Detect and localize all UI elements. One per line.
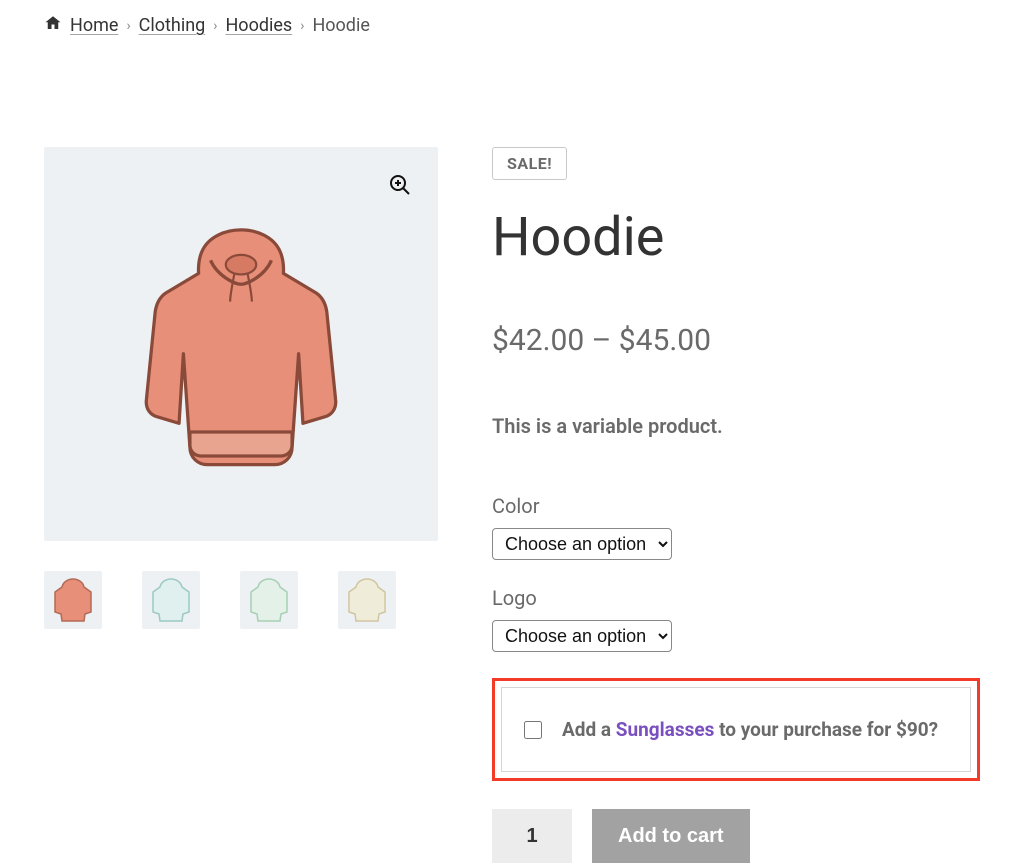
breadcrumb-home[interactable]: Home xyxy=(70,15,118,36)
upsell-checkbox[interactable] xyxy=(524,721,542,739)
hoodie-illustration xyxy=(131,219,351,469)
chevron-right-icon: › xyxy=(126,18,130,34)
product-summary: SALE! Hoodie $42.00 – $45.00 This is a v… xyxy=(492,147,980,863)
product-main-image[interactable] xyxy=(44,147,438,541)
upsell-product-link[interactable]: Sunglasses xyxy=(616,718,715,741)
variation-logo: Logo Choose an option xyxy=(492,586,980,652)
variation-logo-select[interactable]: Choose an option xyxy=(492,620,672,652)
breadcrumb-clothing[interactable]: Clothing xyxy=(139,15,206,36)
sale-badge: SALE! xyxy=(492,147,567,180)
thumbnail[interactable] xyxy=(338,571,396,629)
add-to-cart-button[interactable]: Add to cart xyxy=(592,809,750,863)
thumbnail[interactable] xyxy=(240,571,298,629)
product-variations: Color Choose an option Logo Choose an op… xyxy=(492,494,980,652)
chevron-right-icon: › xyxy=(300,18,304,34)
thumbnail[interactable] xyxy=(44,571,102,629)
chevron-right-icon: › xyxy=(213,18,217,34)
home-icon xyxy=(44,14,62,37)
thumbnail[interactable] xyxy=(142,571,200,629)
product-gallery xyxy=(44,147,438,863)
breadcrumb: Home › Clothing › Hoodies › Hoodie xyxy=(44,14,980,37)
quantity-input[interactable] xyxy=(492,809,572,863)
upsell-row: Add a Sunglasses to your purchase for $9… xyxy=(501,687,971,772)
breadcrumb-hoodies[interactable]: Hoodies xyxy=(225,15,292,36)
upsell-suffix: to your purchase for $90? xyxy=(714,718,938,741)
zoom-icon[interactable] xyxy=(384,169,416,201)
add-to-cart-row: Add to cart xyxy=(492,809,980,863)
variation-color: Color Choose an option xyxy=(492,494,980,560)
breadcrumb-current: Hoodie xyxy=(312,15,369,36)
upsell-prefix: Add a xyxy=(562,718,616,741)
variation-color-label: Color xyxy=(492,494,980,518)
variation-color-select[interactable]: Choose an option xyxy=(492,528,672,560)
product-thumbnails xyxy=(44,571,438,629)
product-price: $42.00 – $45.00 xyxy=(492,323,980,358)
variation-logo-label: Logo xyxy=(492,586,980,610)
upsell-text: Add a Sunglasses to your purchase for $9… xyxy=(562,718,938,741)
upsell-highlight: Add a Sunglasses to your purchase for $9… xyxy=(492,678,980,781)
product-title: Hoodie xyxy=(492,208,980,267)
product-container: SALE! Hoodie $42.00 – $45.00 This is a v… xyxy=(44,147,980,863)
product-description: This is a variable product. xyxy=(492,414,980,438)
